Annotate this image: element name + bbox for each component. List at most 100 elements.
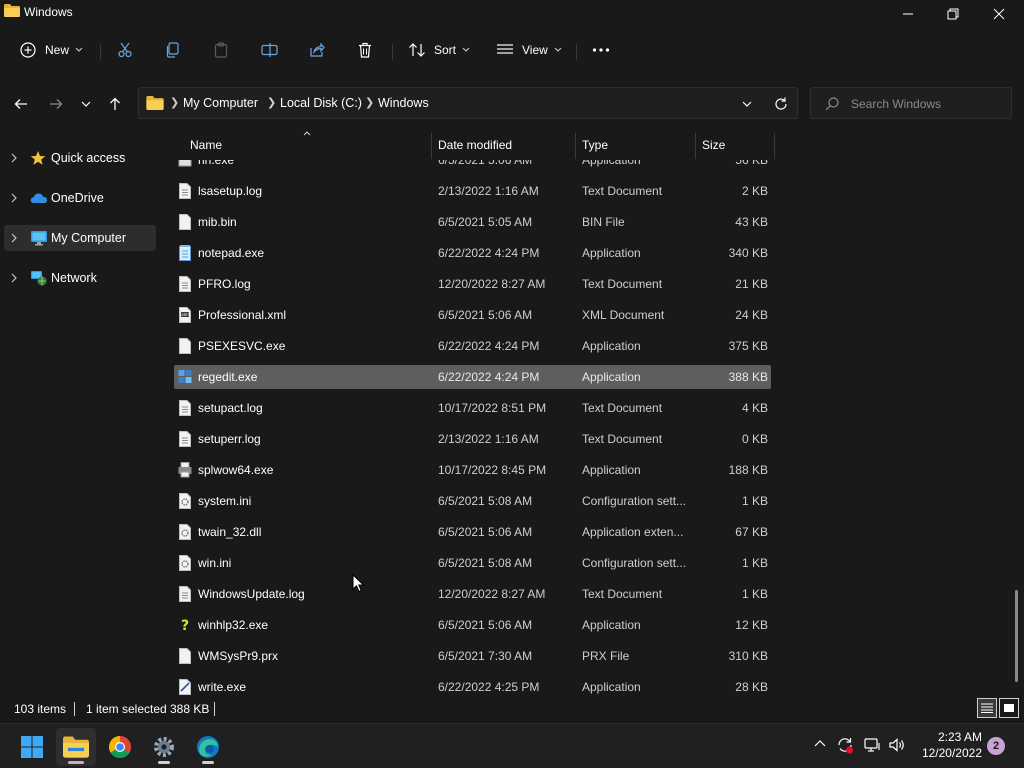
- file-type: Text Document: [582, 277, 663, 291]
- file-icon: [179, 648, 191, 664]
- delete-button[interactable]: [357, 36, 373, 64]
- column-divider[interactable]: [774, 133, 775, 159]
- taskbar-chrome[interactable]: [100, 728, 140, 766]
- breadcrumb-separator-icon: ❯: [170, 97, 180, 109]
- column-header-date[interactable]: Date modified: [438, 138, 512, 152]
- file-row[interactable]: WindowsUpdate.log 12/20/2022 8:27 AM Text …: [174, 582, 771, 606]
- copy-button[interactable]: [165, 36, 181, 64]
- chevron-down-icon[interactable]: [742, 101, 752, 107]
- file-date-modified: 2/13/2022 1:16 AM: [438, 184, 539, 198]
- file-size: 0 KB: [741, 432, 768, 446]
- chevron-right-icon[interactable]: [10, 152, 18, 164]
- sidebar-item-quick-access[interactable]: Quick access: [4, 145, 156, 171]
- file-row[interactable]: WMSysPr9.prx 6/5/2021 7:30 AM PRX File 310 …: [174, 644, 771, 668]
- sort-icon: [409, 43, 425, 57]
- sidebar-item-network[interactable]: Network: [4, 265, 156, 291]
- file-row[interactable]: regedit.exe 6/22/2022 4:24 PM Application 3…: [174, 365, 771, 389]
- share-button[interactable]: [309, 36, 325, 64]
- breadcrumb-local-disk[interactable]: Local Disk (C:): [280, 96, 362, 110]
- document-icon: [179, 276, 191, 292]
- sort-button[interactable]: Sort: [408, 36, 470, 64]
- sidebar-item-my-computer[interactable]: My Computer: [4, 225, 156, 251]
- scissors-icon: [118, 42, 132, 58]
- column-header-name[interactable]: Name: [190, 138, 222, 152]
- file-size: 1 KB: [741, 494, 768, 508]
- file-row[interactable]: setuperr.log 2/13/2022 1:16 AM Text Docume…: [174, 427, 771, 451]
- paste-button[interactable]: [213, 36, 229, 64]
- file-date-modified: 2/13/2022 1:16 AM: [438, 432, 539, 446]
- column-divider[interactable]: [431, 133, 432, 159]
- column-divider[interactable]: [575, 133, 576, 159]
- more-options-button[interactable]: [592, 36, 610, 64]
- file-row[interactable]: xml Professional.xml 6/5/2021 5:06 AM XML D…: [174, 303, 771, 327]
- file-name: system.ini: [198, 494, 252, 508]
- taskbar-edge[interactable]: [188, 728, 228, 766]
- divider: [392, 44, 393, 60]
- file-row[interactable]: ? winhlp32.exe 6/5/2021 5:06 AM Application…: [174, 613, 771, 637]
- search-box[interactable]: Search Windows: [810, 87, 1012, 119]
- cut-button[interactable]: [117, 36, 133, 64]
- start-button[interactable]: [12, 728, 52, 766]
- file-row[interactable]: mib.bin 6/5/2021 5:05 AM BIN File 43 KB: [174, 210, 771, 234]
- active-indicator: [68, 761, 84, 764]
- chevron-right-icon[interactable]: [10, 232, 18, 244]
- network-status-icon[interactable]: [864, 736, 882, 754]
- file-row[interactable]: splwow64.exe 10/17/2022 8:45 PM Applicatio…: [174, 458, 771, 482]
- new-button[interactable]: New: [20, 36, 83, 64]
- address-bar[interactable]: ❯ My Computer ❯ Local Disk (C:) ❯ Window…: [138, 87, 798, 119]
- file-date-modified: 6/22/2022 4:25 PM: [438, 680, 540, 694]
- volume-icon[interactable]: [888, 736, 906, 754]
- thumbnail-view-button[interactable]: [999, 698, 1019, 718]
- column-header-type[interactable]: Type: [582, 138, 608, 152]
- forward-button[interactable]: [44, 92, 68, 116]
- column-header-size[interactable]: Size: [702, 138, 725, 152]
- file-size: 12 KB: [735, 618, 768, 632]
- clock[interactable]: 2:23 AM 12/20/2022: [906, 729, 982, 761]
- file-date-modified: 6/22/2022 4:24 PM: [438, 339, 540, 353]
- taskbar-file-explorer[interactable]: [56, 728, 96, 766]
- running-indicator: [158, 761, 170, 764]
- search-input[interactable]: Search Windows: [851, 97, 941, 111]
- taskbar-settings[interactable]: [144, 728, 184, 766]
- file-row[interactable]: setupact.log 10/17/2022 8:51 PM Text Docum…: [174, 396, 771, 420]
- chevron-right-icon[interactable]: [10, 272, 18, 284]
- breadcrumb-windows[interactable]: Windows: [378, 96, 429, 110]
- status-divider: [214, 702, 215, 716]
- file-row[interactable]: PFRO.log 12/20/2022 8:27 AM Text Document 2…: [174, 272, 771, 296]
- file-date-modified: 12/20/2022 8:27 AM: [438, 587, 546, 601]
- file-row[interactable]: lsasetup.log 2/13/2022 1:16 AM Text Docume…: [174, 179, 771, 203]
- breadcrumb-my-computer[interactable]: My Computer: [183, 96, 258, 110]
- sidebar-item-label: Network: [51, 271, 97, 285]
- sync-icon[interactable]: [836, 736, 854, 754]
- file-row[interactable]: win.ini 6/5/2021 5:08 AM Configuration set…: [174, 551, 771, 575]
- file-type: PRX File: [582, 649, 630, 663]
- view-button[interactable]: View: [496, 36, 562, 64]
- document-icon: [179, 400, 191, 416]
- file-row[interactable]: PSEXESVC.exe 6/22/2022 4:24 PM Application…: [174, 334, 771, 358]
- up-button[interactable]: [103, 92, 127, 116]
- rename-button[interactable]: [261, 36, 279, 64]
- recent-locations-button[interactable]: [74, 92, 98, 116]
- back-button[interactable]: [9, 92, 33, 116]
- settings-file-icon: [179, 524, 191, 540]
- chevron-up-icon[interactable]: [814, 739, 826, 747]
- sidebar-item-onedrive[interactable]: OneDrive: [4, 185, 156, 211]
- chevron-right-icon[interactable]: [10, 192, 18, 204]
- close-button[interactable]: [976, 0, 1022, 28]
- details-view-button[interactable]: [977, 698, 997, 718]
- file-row[interactable]: notepad.exe 6/22/2022 4:24 PM Application 3…: [174, 241, 771, 265]
- file-name: regedit.exe: [198, 370, 258, 384]
- file-row[interactable]: system.ini 6/5/2021 5:08 AM Configuration …: [174, 489, 771, 513]
- minimize-button[interactable]: [885, 0, 931, 28]
- refresh-icon[interactable]: [774, 97, 788, 111]
- svg-text:?: ?: [181, 618, 189, 633]
- vertical-scrollbar[interactable]: [1015, 590, 1018, 682]
- divider: [100, 44, 101, 60]
- file-name: write.exe: [198, 680, 247, 694]
- file-row[interactable]: write.exe 6/22/2022 4:25 PM Application 28 …: [174, 675, 771, 695]
- column-divider[interactable]: [695, 133, 696, 159]
- notification-badge[interactable]: 2: [987, 737, 1005, 755]
- file-date-modified: 6/5/2021 5:06 AM: [438, 618, 533, 632]
- file-row[interactable]: twain_32.dll 6/5/2021 5:06 AM Application …: [174, 520, 771, 544]
- restore-button[interactable]: [930, 0, 976, 28]
